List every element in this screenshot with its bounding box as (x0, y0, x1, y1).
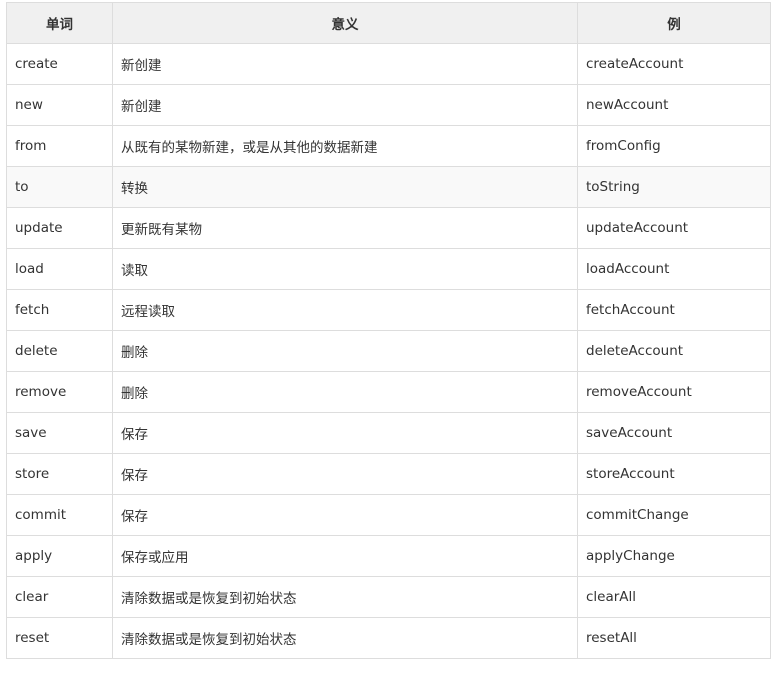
cell-meaning: 远程读取 (112, 289, 578, 331)
cell-example: commitChange (577, 494, 771, 536)
table-row: from 从既有的某物新建，或是从其他的数据新建 fromConfig (6, 125, 771, 167)
cell-meaning: 更新既有某物 (112, 207, 578, 249)
table-row: clear 清除数据或是恢复到初始状态 clearAll (6, 576, 771, 618)
cell-meaning: 从既有的某物新建，或是从其他的数据新建 (112, 125, 578, 167)
cell-word: remove (6, 371, 113, 413)
cell-word: commit (6, 494, 113, 536)
cell-word: create (6, 43, 113, 85)
header-example: 例 (577, 2, 771, 44)
cell-example: storeAccount (577, 453, 771, 495)
cell-meaning: 清除数据或是恢复到初始状态 (112, 576, 578, 618)
table-row: create 新创建 createAccount (6, 43, 771, 85)
table-row: store 保存 storeAccount (6, 453, 771, 495)
cell-meaning: 读取 (112, 248, 578, 290)
table-row: load 读取 loadAccount (6, 248, 771, 290)
cell-word: apply (6, 535, 113, 577)
cell-meaning: 新创建 (112, 43, 578, 85)
cell-example: deleteAccount (577, 330, 771, 372)
cell-example: createAccount (577, 43, 771, 85)
cell-example: saveAccount (577, 412, 771, 454)
cell-meaning: 清除数据或是恢复到初始状态 (112, 617, 578, 659)
cell-example: clearAll (577, 576, 771, 618)
table-row: update 更新既有某物 updateAccount (6, 207, 771, 249)
cell-word: save (6, 412, 113, 454)
cell-meaning: 删除 (112, 371, 578, 413)
header-meaning: 意义 (112, 2, 578, 44)
table-row: remove 删除 removeAccount (6, 371, 771, 413)
cell-word: new (6, 84, 113, 126)
cell-meaning: 保存 (112, 453, 578, 495)
cell-word: update (6, 207, 113, 249)
cell-example: resetAll (577, 617, 771, 659)
cell-word: delete (6, 330, 113, 372)
cell-meaning: 新创建 (112, 84, 578, 126)
cell-word: store (6, 453, 113, 495)
table-row: to 转换 toString (6, 166, 771, 208)
cell-example: newAccount (577, 84, 771, 126)
cell-example: loadAccount (577, 248, 771, 290)
cell-meaning: 保存或应用 (112, 535, 578, 577)
cell-example: fromConfig (577, 125, 771, 167)
cell-example: updateAccount (577, 207, 771, 249)
cell-word: fetch (6, 289, 113, 331)
table-row: save 保存 saveAccount (6, 412, 771, 454)
table-body: create 新创建 createAccount new 新创建 newAccount fr… (6, 43, 771, 659)
cell-meaning: 转换 (112, 166, 578, 208)
cell-word: clear (6, 576, 113, 618)
cell-example: applyChange (577, 535, 771, 577)
naming-table-container: 单词 意义 例 create 新创建 createAccount new 新创建 newA… (6, 2, 771, 659)
naming-conventions-table: 单词 意义 例 create 新创建 createAccount new 新创建 newA… (6, 2, 771, 659)
table-row: delete 删除 deleteAccount (6, 330, 771, 372)
table-row: reset 清除数据或是恢复到初始状态 resetAll (6, 617, 771, 659)
cell-word: load (6, 248, 113, 290)
cell-meaning: 删除 (112, 330, 578, 372)
table-row: commit 保存 commitChange (6, 494, 771, 536)
table-row: new 新创建 newAccount (6, 84, 771, 126)
cell-meaning: 保存 (112, 412, 578, 454)
header-word: 单词 (6, 2, 113, 44)
table-row: fetch 远程读取 fetchAccount (6, 289, 771, 331)
table-row: apply 保存或应用 applyChange (6, 535, 771, 577)
cell-word: from (6, 125, 113, 167)
cell-example: fetchAccount (577, 289, 771, 331)
cell-example: toString (577, 166, 771, 208)
header-row: 单词 意义 例 (6, 2, 771, 44)
cell-meaning: 保存 (112, 494, 578, 536)
cell-example: removeAccount (577, 371, 771, 413)
cell-word: to (6, 166, 113, 208)
cell-word: reset (6, 617, 113, 659)
table-header: 单词 意义 例 (6, 2, 771, 44)
